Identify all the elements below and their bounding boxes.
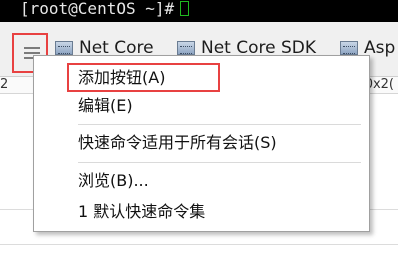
- menu-item-label: 添加按钮(A): [78, 68, 166, 87]
- menu-item-add-button[interactable]: 添加按钮(A): [67, 63, 220, 92]
- menu-item-label: 编辑(E): [78, 96, 133, 115]
- divider: [0, 244, 398, 245]
- menu-item-label: 1 默认快速命令集: [78, 202, 206, 221]
- terminal-output[interactable]: [root@CentOS ~]#: [0, 0, 398, 22]
- terminal-prompt: [root@CentOS ~]#: [20, 0, 175, 18]
- menu-item-label: 浏览(B)...: [78, 171, 149, 190]
- menu-item-default-command-set[interactable]: 1 默认快速命令集: [34, 199, 369, 225]
- quick-command-icon: [340, 41, 358, 55]
- menu-item-browse[interactable]: 浏览(B)...: [34, 168, 369, 194]
- menu-separator: [78, 162, 361, 163]
- status-row-left: 2: [0, 77, 9, 92]
- quick-command-icon: [55, 41, 73, 55]
- menu-item-label: 快速命令适用于所有会话(S): [78, 133, 277, 152]
- quick-command-context-menu: 添加按钮(A) 编辑(E) 快速命令适用于所有会话(S) 浏览(B)... 1 …: [33, 55, 370, 232]
- menu-item-apply-all-sessions[interactable]: 快速命令适用于所有会话(S): [34, 130, 369, 156]
- quick-command-icon: [177, 41, 195, 55]
- terminal-cursor: [180, 1, 190, 16]
- menu-item-edit[interactable]: 编辑(E): [34, 93, 369, 119]
- menu-separator: [78, 124, 361, 125]
